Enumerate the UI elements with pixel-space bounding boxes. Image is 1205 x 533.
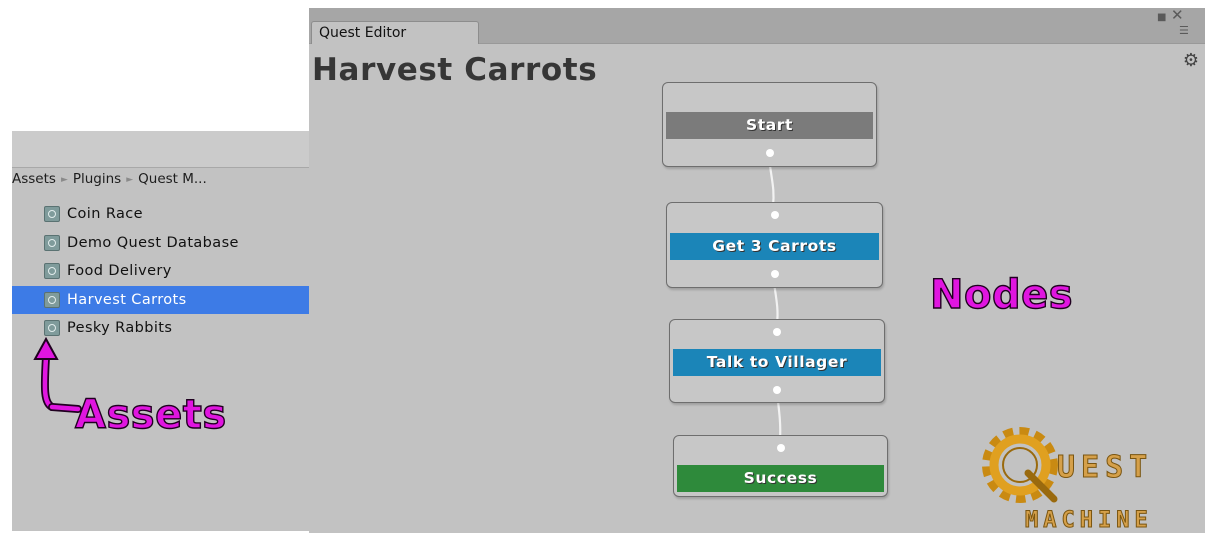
curved-arrow-icon xyxy=(33,336,82,413)
asset-label: Harvest Carrots xyxy=(67,291,187,308)
node-title-bar: Get 3 Carrots xyxy=(670,233,879,260)
asset-label: Demo Quest Database xyxy=(67,234,239,251)
quest-asset-icon xyxy=(44,291,60,308)
logo-text-line1: UEST xyxy=(1056,450,1154,486)
breadcrumb-separator-icon: ► xyxy=(60,175,68,185)
asset-item-demo-quest-database[interactable]: Demo Quest Database xyxy=(12,229,310,258)
quest-asset-icon xyxy=(44,320,60,337)
asset-label: Pesky Rabbits xyxy=(67,320,173,337)
output-port[interactable] xyxy=(765,149,774,157)
node-title-bar: Talk to Villager xyxy=(673,349,881,376)
breadcrumb-separator-icon: ► xyxy=(126,175,134,185)
breadcrumb: Assets ► Plugins ► Quest M... xyxy=(12,168,310,190)
asset-label: Coin Race xyxy=(67,206,143,223)
nodes-callout: Nodes xyxy=(929,271,1074,318)
asset-item-harvest-carrots[interactable]: Harvest Carrots xyxy=(12,285,310,314)
breadcrumb-item-quest-machine[interactable]: Quest M... xyxy=(138,171,207,187)
breadcrumb-item-assets[interactable]: Assets xyxy=(12,171,56,187)
quest-asset-icon xyxy=(44,263,60,280)
node-success[interactable]: Success xyxy=(673,435,888,497)
assets-callout: Assets xyxy=(74,391,227,438)
asset-list: Coin Race Demo Quest Database Food Deliv… xyxy=(12,200,310,343)
input-port[interactable] xyxy=(773,328,781,336)
project-toolbar xyxy=(12,131,310,168)
node-title-bar: Success xyxy=(677,465,884,492)
logo-text-line2: MACHINE xyxy=(1025,508,1153,533)
asset-item-coin-race[interactable]: Coin Race xyxy=(12,200,310,229)
quest-asset-icon xyxy=(44,206,60,223)
node-title-bar: Start xyxy=(666,112,873,139)
breadcrumb-item-plugins[interactable]: Plugins xyxy=(73,171,121,187)
output-port[interactable] xyxy=(773,386,781,394)
quest-asset-icon xyxy=(44,234,60,251)
asset-item-food-delivery[interactable]: Food Delivery xyxy=(12,257,310,286)
node-get-3-carrots[interactable]: Get 3 Carrots xyxy=(666,202,883,288)
input-port[interactable] xyxy=(776,444,785,452)
input-port[interactable] xyxy=(770,211,779,219)
project-panel: Assets ► Plugins ► Quest M... Coin Race Demo… xyxy=(12,131,310,531)
asset-label: Food Delivery xyxy=(67,263,172,280)
node-start[interactable]: Start xyxy=(662,82,877,167)
output-port[interactable] xyxy=(770,270,779,278)
quest-machine-logo: UEST MACHINE xyxy=(965,420,1205,533)
node-talk-to-villager[interactable]: Talk to Villager xyxy=(669,319,885,403)
